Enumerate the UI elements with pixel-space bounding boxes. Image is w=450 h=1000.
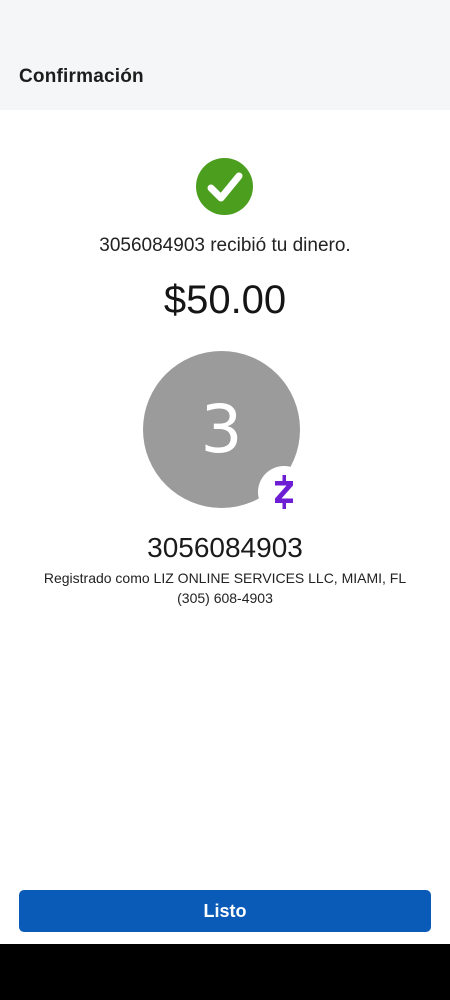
registered-as-text: Registrado como LIZ ONLINE SERVICES LLC,… (43, 570, 407, 586)
check-circle-icon (196, 158, 253, 215)
confirmation-message: 3056084903 recibió tu dinero. (99, 235, 351, 256)
amount-sent: $50.00 (163, 278, 287, 322)
header-bar: Confirmación (0, 0, 450, 110)
recipient-name: 3056084903 (147, 532, 303, 563)
recipient-phone: (305) 608-4903 (177, 590, 273, 606)
done-button[interactable]: Listo (19, 890, 431, 932)
zelle-logo-icon (258, 466, 310, 518)
system-nav-bar (0, 944, 450, 1000)
page-title: Confirmación (19, 66, 144, 87)
confirmation-screen: Confirmación 3056084903 recibió tu diner… (0, 0, 450, 1000)
